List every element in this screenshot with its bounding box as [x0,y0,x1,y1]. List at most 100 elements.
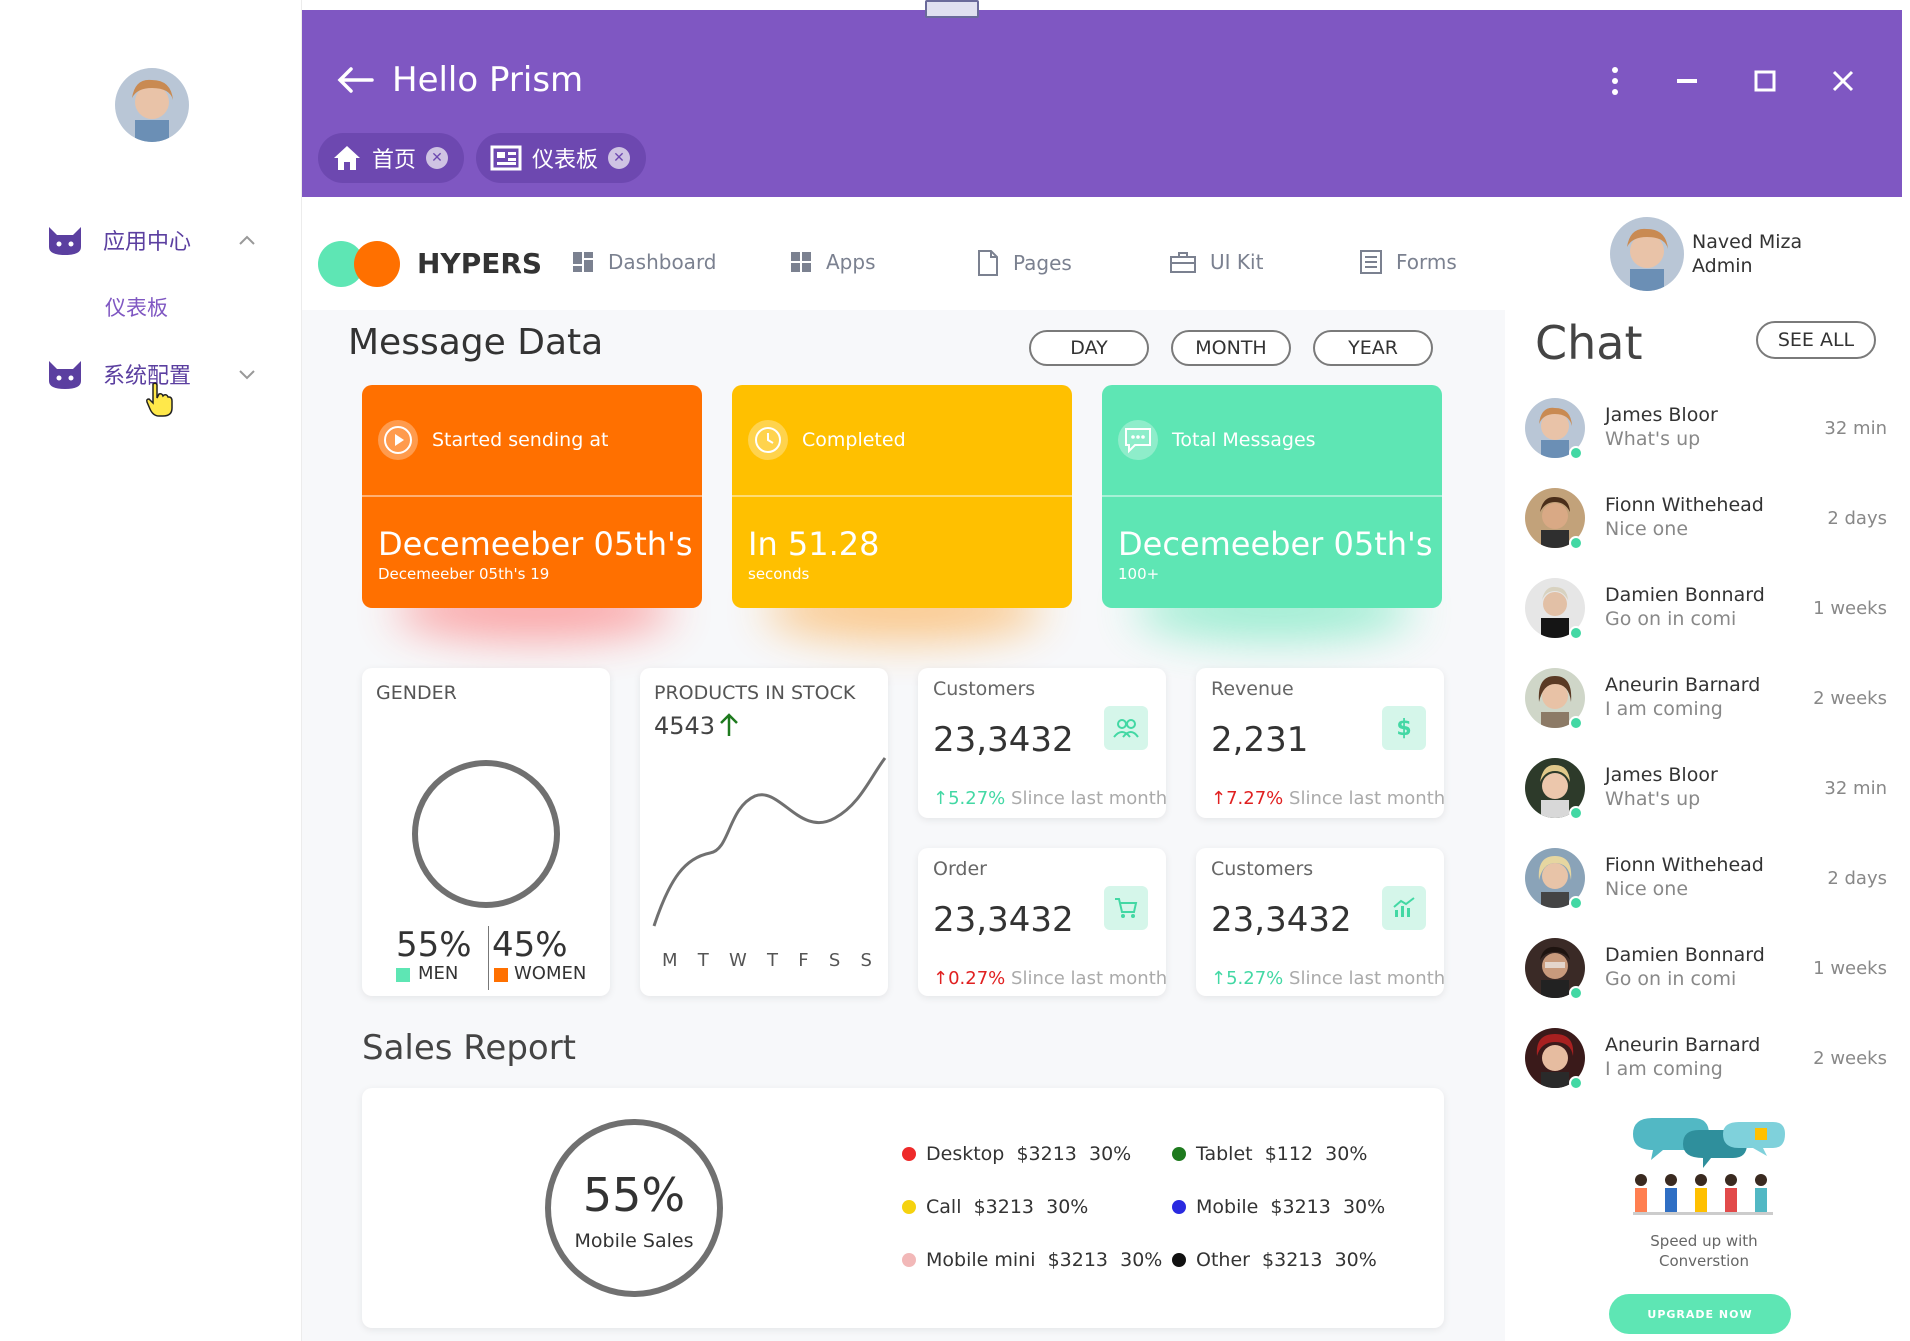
legend-amount: $3213 [973,1196,1035,1218]
online-indicator [1569,986,1583,1000]
legend-dot [1172,1253,1186,1267]
women-percent: 45% [492,925,568,965]
nav-label: Forms [1396,250,1457,274]
trend-arrow: ↑ [933,788,949,809]
stat-card-customers-2[interactable]: Customers 23,3432 ↑5.27% Slince last mon… [1196,848,1445,996]
legend-pct: 30% [1089,1143,1132,1165]
main-window: Hello Prism 首页 ✕ 仪表板 ✕ HYPERS Dashboard [302,10,1902,1341]
message-time: 2 days [1827,508,1887,529]
promo-card: Speed up with Converstion UPGRADE NOW [1597,1110,1811,1341]
tab-home[interactable]: 首页 ✕ [318,133,464,183]
online-indicator [1569,716,1583,730]
legend-label: Mobile mini [926,1249,1036,1271]
back-arrow-icon[interactable] [336,65,376,95]
submenu-item-dashboard[interactable]: 仪表板 [105,292,168,322]
day-label: T [697,950,709,971]
legend-amount: $3213 [1270,1196,1331,1218]
close-icon[interactable] [1831,69,1855,93]
nav-forms[interactable]: Forms [1360,250,1457,274]
contact-name: James Bloor [1605,764,1718,786]
sidebar-avatar[interactable] [115,68,189,142]
chat-item[interactable]: Damien Bonnard Go on in comi 1 weeks [1525,938,1895,1012]
legend-mobile-mini: Mobile mini $3213 30% [902,1249,1162,1271]
legend-amount: $3213 [1016,1143,1077,1165]
sales-report-card: 55% Mobile Sales Desktop $3213 30% Table… [362,1088,1444,1328]
trend-arrow: ↑ [1211,788,1227,809]
brand-name: HYPERS [417,247,543,280]
chat-bubble-icon [1118,420,1158,460]
message-card-total[interactable]: Total Messages Decemeeber 05th's 20 100+ [1102,385,1442,608]
chat-item[interactable]: James Bloor What's up 32 min [1525,758,1895,832]
contact-message: Go on in comi [1605,608,1737,630]
users-icon [1104,706,1148,750]
chat-item[interactable]: Aneurin Barnard I am coming 2 weeks [1525,668,1895,742]
range-year-button[interactable]: YEAR [1313,330,1433,366]
legend-amount: $3213 [1047,1249,1109,1271]
card-label: Started sending at [432,429,609,451]
stat-value: 23,3432 [1211,900,1352,940]
stat-card-customers[interactable]: Customers 23,3432 ↑5.27% Slince last mon… [918,668,1167,818]
stat-footer: ↑5.27% Slince last month [1211,968,1445,989]
user-name: Naved Miza [1692,231,1803,253]
chat-item[interactable]: Fionn Withehead Nice one 2 days [1525,848,1895,922]
card-value: Decemeeber 05th's 19 [378,525,702,563]
stat-note: Slince last month [1289,968,1446,989]
legend-dot [902,1147,916,1161]
contact-name: Damien Bonnard [1605,584,1765,606]
dollar-icon: $ [1382,706,1426,750]
legend-label: Mobile [1196,1196,1259,1218]
chat-item[interactable]: Aneurin Barnard I am coming 2 weeks [1525,1028,1895,1102]
tab-label: 首页 [372,148,417,173]
range-month-button[interactable]: MONTH [1171,330,1291,366]
message-card-completed[interactable]: Completed In 51.28 seconds [732,385,1072,608]
tab-close-icon[interactable]: ✕ [608,147,631,169]
window-title: Hello Prism [392,60,584,100]
message-data-title: Message Data [348,322,604,363]
more-vertical-icon[interactable] [1610,66,1620,96]
stat-label: Customers [933,678,1036,700]
men-label: MEN [418,963,459,984]
trend-arrow: ↑ [933,968,949,989]
contact-name: Damien Bonnard [1605,944,1765,966]
nav-dashboard[interactable]: Dashboard [572,250,717,274]
nav-ui-kit[interactable]: UI Kit [1170,250,1263,274]
legend-label: Other [1196,1249,1250,1271]
nav-pages[interactable]: Pages [977,250,1072,276]
promo-text-line2: Converstion [1659,1252,1749,1270]
tab-dashboard[interactable]: 仪表板 ✕ [476,133,646,183]
see-all-button[interactable]: SEE ALL [1756,321,1876,359]
contact-name: Aneurin Barnard [1605,1034,1761,1056]
range-day-button[interactable]: DAY [1029,330,1149,366]
chat-item[interactable]: James Bloor What's up 32 min [1525,398,1895,472]
online-indicator [1569,1076,1583,1090]
gender-card: GENDER 55% 45% MEN WOMEN [362,668,610,996]
stat-card-order[interactable]: Order 23,3432 ↑0.27% Slince last month [918,848,1167,996]
nav-label: Dashboard [608,250,717,274]
stat-footer: ↑0.27% Slince last month [933,968,1167,989]
chat-item[interactable]: Fionn Withehead Nice one 2 days [1525,488,1895,562]
day-label: F [798,950,809,971]
legend-pct: 30% [1334,1249,1377,1271]
chat-panel: Chat SEE ALL James Bloor What's up 32 mi… [1505,310,1902,1341]
day-label: S [860,950,872,971]
stat-change: 5.27% [948,788,1006,809]
upgrade-now-button[interactable]: UPGRADE NOW [1609,1294,1791,1334]
play-icon [378,420,418,460]
minimize-icon[interactable] [1675,69,1699,93]
card-sub: 100+ [1118,565,1160,583]
chat-item[interactable]: Damien Bonnard Go on in comi 1 weeks [1525,578,1895,652]
maximize-icon[interactable] [1753,69,1777,93]
menu-item-app-center[interactable]: 应用中心 [45,220,265,260]
legend-pct: 30% [1342,1196,1386,1218]
card-value: In 51.28 [748,525,880,563]
tab-close-icon[interactable]: ✕ [426,147,449,169]
message-card-started[interactable]: Started sending at Decemeeber 05th's 19 … [362,385,702,608]
user-avatar[interactable] [1610,217,1684,291]
window-drag-handle[interactable] [925,0,979,18]
card-header: Completed [732,385,1072,497]
stat-change: 0.27% [948,968,1006,989]
nav-apps[interactable]: Apps [790,250,876,274]
card-value: Decemeeber 05th's 20 [1118,525,1442,563]
legend-dot [902,1200,916,1214]
stat-card-revenue[interactable]: Revenue 2,231 $ ↑7.27% Slince last month [1196,668,1445,818]
